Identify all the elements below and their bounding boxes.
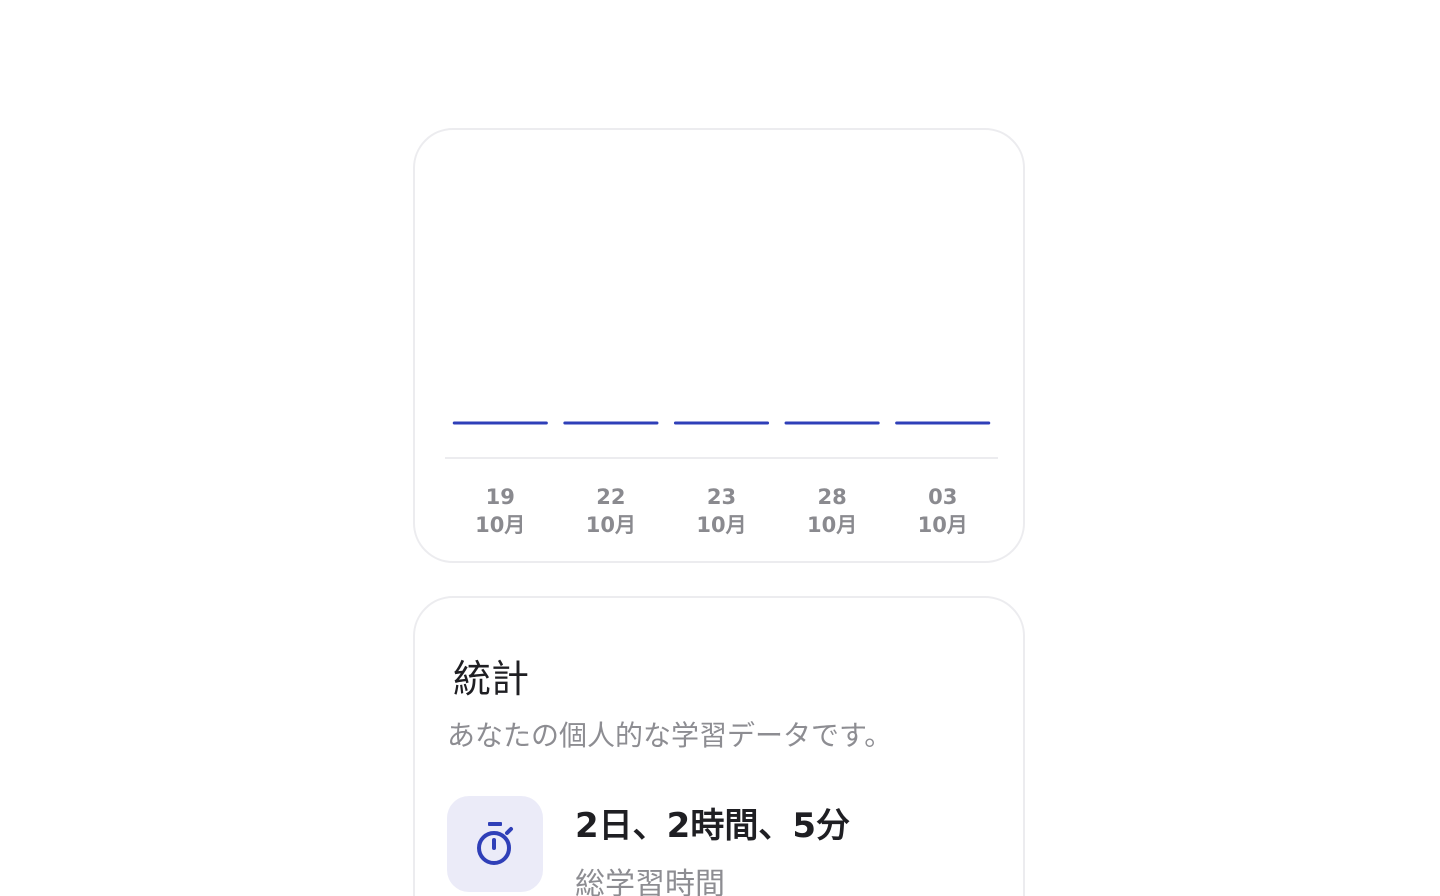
stat-label: 総学習時間 bbox=[575, 867, 725, 896]
chart-bar bbox=[673, 421, 770, 425]
page: 19 10月 22 10月 23 10月 28 10月 03 10月 統計 あなたの個人的な学習デ… bbox=[0, 0, 1440, 896]
stat-value: 2日、2時間、5分 bbox=[575, 806, 850, 846]
x-tick-day: 28 bbox=[817, 485, 846, 509]
x-tick-month: 10月 bbox=[475, 513, 525, 537]
stat-item-total-study-time: 2日、2時間、5分 総学習時間 bbox=[447, 796, 850, 896]
stats-subtitle: あなたの個人的な学習データです。 bbox=[447, 719, 893, 752]
x-tick-day: 23 bbox=[707, 485, 736, 509]
x-tick-month: 10月 bbox=[586, 513, 636, 537]
x-tick-month: 10月 bbox=[918, 513, 968, 537]
x-tick-day: 03 bbox=[928, 485, 957, 509]
x-tick-month: 10月 bbox=[696, 513, 746, 537]
x-tick-day: 22 bbox=[596, 485, 625, 509]
stats-title: 統計 bbox=[453, 657, 530, 701]
stopwatch-icon bbox=[447, 796, 543, 892]
activity-chart: 19 10月 22 10月 23 10月 28 10月 03 10月 bbox=[445, 421, 998, 537]
x-tick-month: 10月 bbox=[807, 513, 857, 537]
activity-chart-card: 19 10月 22 10月 23 10月 28 10月 03 10月 bbox=[413, 128, 1025, 563]
x-tick-day: 19 bbox=[486, 485, 515, 509]
chart-bar bbox=[563, 421, 659, 425]
stats-card: 統計 あなたの個人的な学習データです。 2日、2時間、5分 総学習時間 bbox=[413, 596, 1025, 896]
chart-bar bbox=[784, 421, 880, 425]
chart-bar bbox=[452, 421, 548, 425]
stat-text: 2日、2時間、5分 総学習時間 bbox=[575, 796, 850, 896]
chart-bar bbox=[895, 421, 991, 425]
